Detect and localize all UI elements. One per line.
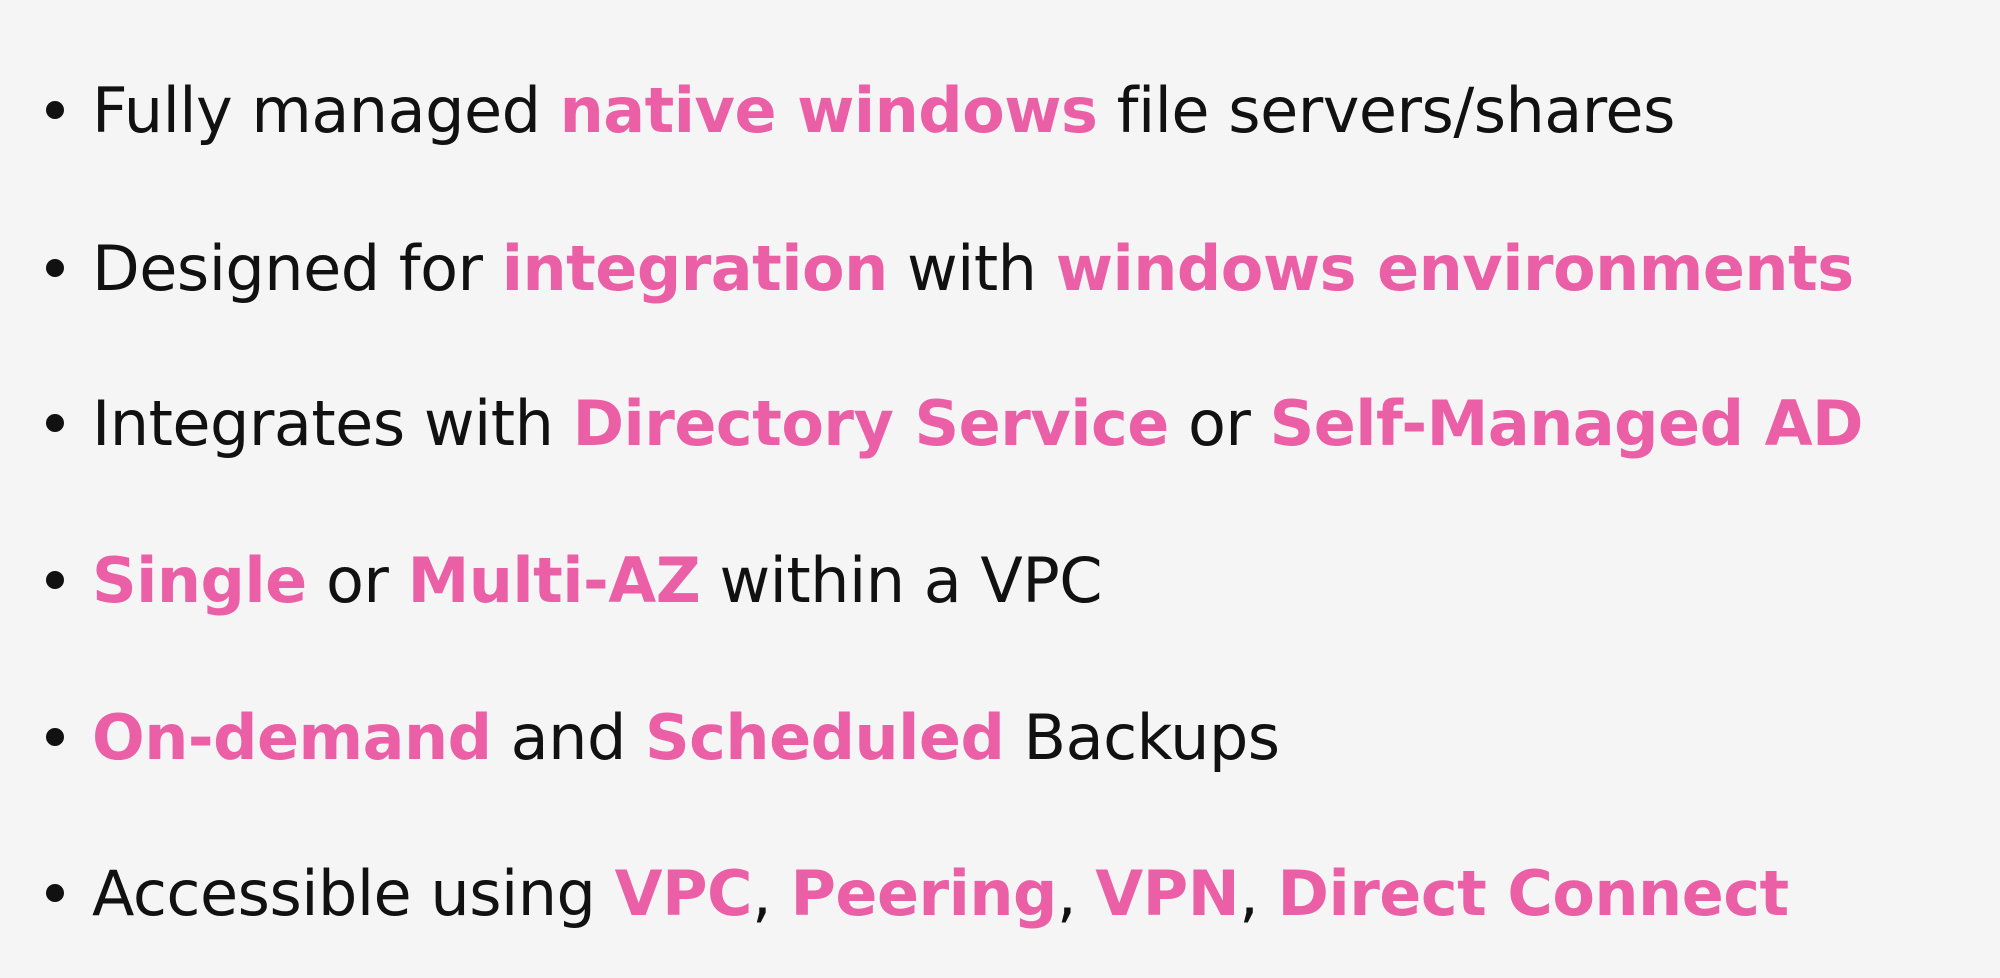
- bullet-item: Fully managed native windows file server…: [46, 50, 1675, 170]
- bullet-text: Fully managed native windows file server…: [92, 74, 1675, 147]
- highlighted-term: Scheduled: [645, 700, 1005, 774]
- bullet-item: Single or Multi-AZ within a VPC: [46, 520, 1103, 640]
- plain-text: and: [491, 700, 646, 774]
- plain-text: Accessible using: [92, 856, 615, 930]
- highlighted-term: On-demand: [92, 700, 492, 774]
- bullet-item: Accessible using VPC, Peering, VPN, Dire…: [46, 833, 1789, 953]
- plain-text: Integrates with: [92, 386, 573, 460]
- bullet-dot-icon: [46, 101, 64, 119]
- bullet-text: On-demand and Scheduled Backups: [92, 701, 1280, 774]
- bullet-item: Integrates with Directory Service or Sel…: [46, 363, 1864, 483]
- highlighted-term: Directory Service: [572, 386, 1170, 460]
- bullet-dot-icon: [46, 884, 64, 902]
- bullet-dot-icon: [46, 414, 64, 432]
- highlighted-term: integration: [501, 231, 889, 305]
- bullet-text: Single or Multi-AZ within a VPC: [92, 543, 1103, 617]
- bullet-dot-icon: [46, 728, 64, 746]
- plain-text: ,: [1239, 856, 1278, 930]
- highlighted-term: Self-Managed AD: [1269, 386, 1864, 460]
- plain-text: file servers/shares: [1097, 73, 1676, 147]
- plain-text: with: [887, 231, 1056, 305]
- highlighted-term: VPN: [1095, 856, 1240, 930]
- bullet-text: Integrates with Directory Service or Sel…: [92, 386, 1864, 460]
- plain-text: Fully managed: [92, 73, 560, 147]
- highlighted-term: Direct Connect: [1277, 856, 1790, 930]
- highlighted-term: Single: [92, 543, 307, 617]
- highlighted-term: windows environments: [1055, 231, 1854, 305]
- plain-text: or: [1168, 386, 1270, 460]
- plain-text: ,: [1056, 856, 1096, 930]
- highlighted-term: Peering: [790, 856, 1057, 930]
- highlighted-term: Multi-AZ: [407, 543, 701, 617]
- bullet-item: Designed for integration with windows en…: [46, 208, 1854, 328]
- plain-text: Designed for: [92, 231, 502, 305]
- highlighted-term: native windows: [559, 73, 1098, 147]
- highlighted-term: VPC: [614, 856, 753, 930]
- bullet-dot-icon: [46, 259, 64, 277]
- bullet-item: On-demand and Scheduled Backups: [46, 677, 1280, 797]
- plain-text: within a VPC: [700, 543, 1103, 617]
- bullet-text: Accessible using VPC, Peering, VPN, Dire…: [92, 857, 1789, 930]
- plain-text: or: [306, 543, 408, 617]
- plain-text: Backups: [1004, 700, 1281, 774]
- bullet-text: Designed for integration with windows en…: [92, 232, 1854, 305]
- plain-text: ,: [752, 856, 791, 930]
- bullet-dot-icon: [46, 571, 64, 589]
